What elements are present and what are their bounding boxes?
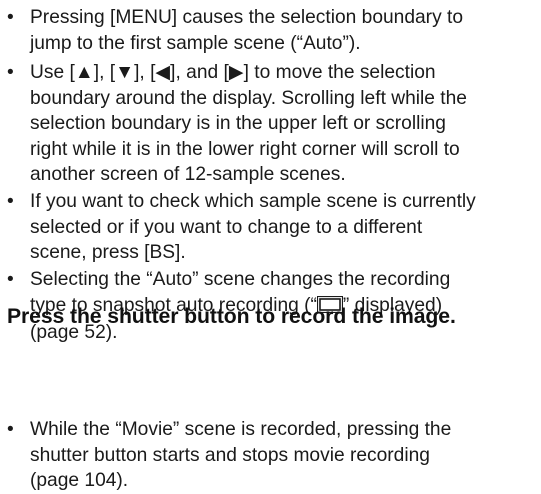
bullet-text-line: Use [▲], [▼], [◀], and [▶] to move the s… <box>30 62 436 83</box>
bullet-item: • While the “Movie” scene is recorded, p… <box>7 417 535 494</box>
bullet-text-line: While the “Movie” scene is recorded, pre… <box>30 419 452 440</box>
bullet-item: • Use [▲], [▼], [◀], and [▶] to move the… <box>7 60 535 188</box>
bullet-text-line: shutter button starts and stops movie re… <box>30 444 430 466</box>
bullet-dot: • <box>7 191 14 212</box>
bullet-item: • If you want to check which sample scen… <box>7 189 535 266</box>
bullet-text-line: (page 104). <box>30 470 129 491</box>
bullet-dot: • <box>7 62 14 83</box>
manual-page: • Pressing [MENU] causes the selection b… <box>0 0 541 492</box>
bullet-text-line: Selecting the “Auto” scene changes the r… <box>30 269 451 290</box>
bullet-dot: • <box>7 269 14 290</box>
bullet-text-line: selection boundary is in the upper left … <box>30 113 446 134</box>
bullet-item: • Pressing [MENU] causes the selection b… <box>7 5 535 56</box>
bullet-text-line: another screen of 12-sample scenes. <box>30 164 346 185</box>
bullet-text-line: selected or if you want to change to a d… <box>30 216 423 238</box>
bullet-text-line: scene, press [BS]. <box>30 242 186 263</box>
bullet-text-line: right while it is in the lower right cor… <box>30 138 460 160</box>
bullet-text-line: jump to the first sample scene (“Auto”). <box>30 32 361 54</box>
section-heading: Press the shutter button to record the i… <box>7 305 456 328</box>
bullet-dot: • <box>7 419 14 440</box>
bullet-text-line: Pressing [MENU] causes the selection bou… <box>30 7 464 28</box>
bullet-text-line: If you want to check which sample scene … <box>30 191 476 212</box>
bullet-text-line: boundary around the display. Scrolling l… <box>30 87 467 109</box>
bullet-dot: • <box>7 7 14 28</box>
